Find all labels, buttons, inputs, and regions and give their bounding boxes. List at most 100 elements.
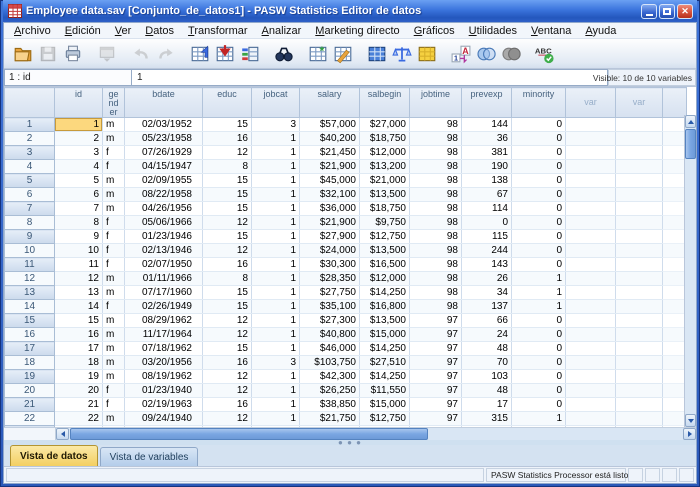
- cell-salbegin[interactable]: $14,250: [360, 286, 410, 300]
- cell-salary[interactable]: $21,900: [300, 216, 360, 230]
- cell-jobcat[interactable]: 3: [252, 118, 300, 132]
- row-header[interactable]: 21: [5, 398, 55, 412]
- cell-jobcat[interactable]: 1: [252, 384, 300, 398]
- cell-var2[interactable]: [616, 272, 663, 286]
- column-header-salbegin[interactable]: salbegin: [360, 88, 410, 118]
- cell-salary[interactable]: $21,900: [300, 160, 360, 174]
- row-header[interactable]: 14: [5, 300, 55, 314]
- cell-minority[interactable]: 0: [512, 328, 566, 342]
- cell-minority[interactable]: 0: [512, 188, 566, 202]
- cell-prevexp[interactable]: 103: [462, 370, 512, 384]
- menu-gr-ficos[interactable]: Gráficos: [407, 24, 462, 38]
- cell-var2[interactable]: [616, 258, 663, 272]
- insert-variable-icon[interactable]: [330, 41, 355, 66]
- row-header[interactable]: 11: [5, 258, 55, 272]
- menu-transformar[interactable]: Transformar: [181, 24, 255, 38]
- cell-minority[interactable]: 0: [512, 356, 566, 370]
- cell-jobtime[interactable]: 98: [410, 202, 462, 216]
- cell-bdate[interactable]: 07/18/1962: [125, 342, 203, 356]
- menu-analizar[interactable]: Analizar: [255, 24, 309, 38]
- cell-jobcat[interactable]: 1: [252, 412, 300, 426]
- cell-prevexp[interactable]: 66: [462, 314, 512, 328]
- column-header-salary[interactable]: salary: [300, 88, 360, 118]
- cell-salary[interactable]: $30,300: [300, 258, 360, 272]
- cell-jobtime[interactable]: 97: [410, 356, 462, 370]
- cell-var2[interactable]: [616, 384, 663, 398]
- cell-var1[interactable]: [566, 412, 616, 426]
- cell-id[interactable]: 15: [55, 314, 103, 328]
- cell-var1[interactable]: [566, 342, 616, 356]
- cell-jobcat[interactable]: 3: [252, 356, 300, 370]
- cell-minority[interactable]: 0: [512, 398, 566, 412]
- cell-educ[interactable]: 12: [203, 328, 252, 342]
- cell-var2[interactable]: [616, 132, 663, 146]
- menu-datos[interactable]: Datos: [138, 24, 181, 38]
- cell-prevexp[interactable]: 315: [462, 412, 512, 426]
- cell-id[interactable]: 7: [55, 202, 103, 216]
- cell-var2[interactable]: [616, 286, 663, 300]
- cell-jobcat[interactable]: 1: [252, 160, 300, 174]
- column-header-jobcat[interactable]: jobcat: [252, 88, 300, 118]
- cell-prevexp[interactable]: 138: [462, 174, 512, 188]
- goto-case-icon[interactable]: [187, 41, 212, 66]
- menu-marketing-directo[interactable]: Marketing directo: [308, 24, 406, 38]
- cell-id[interactable]: 17: [55, 342, 103, 356]
- cell-gender[interactable]: f: [103, 300, 125, 314]
- cell-id[interactable]: 12: [55, 272, 103, 286]
- vertical-scrollbar[interactable]: [684, 115, 696, 427]
- cell-gender[interactable]: m: [103, 188, 125, 202]
- cell-id[interactable]: 20: [55, 384, 103, 398]
- cell-jobtime[interactable]: 98: [410, 300, 462, 314]
- cell-var1[interactable]: [566, 118, 616, 132]
- cell-var1[interactable]: [566, 286, 616, 300]
- cell-educ[interactable]: 8: [203, 272, 252, 286]
- cell-jobtime[interactable]: 97: [410, 412, 462, 426]
- row-header[interactable]: 3: [5, 146, 55, 160]
- cell-id[interactable]: 3: [55, 146, 103, 160]
- cell-jobcat[interactable]: 1: [252, 272, 300, 286]
- cell-minority[interactable]: 0: [512, 230, 566, 244]
- cell-educ[interactable]: 15: [203, 342, 252, 356]
- column-header-educ[interactable]: educ: [203, 88, 252, 118]
- row-header[interactable]: 10: [5, 244, 55, 258]
- cell-jobcat[interactable]: 1: [252, 230, 300, 244]
- cell-salary[interactable]: $21,750: [300, 412, 360, 426]
- cell-jobtime[interactable]: 98: [410, 286, 462, 300]
- redo-icon[interactable]: [153, 41, 178, 66]
- row-header[interactable]: 16: [5, 328, 55, 342]
- cell-salbegin[interactable]: $21,000: [360, 174, 410, 188]
- cell-var2[interactable]: [616, 202, 663, 216]
- cell-var1[interactable]: [566, 398, 616, 412]
- cell-id[interactable]: 1: [55, 118, 103, 132]
- cell-jobtime[interactable]: 97: [410, 398, 462, 412]
- cell-minority[interactable]: 0: [512, 202, 566, 216]
- cell-editor-field[interactable]: 1: [132, 69, 608, 86]
- cell-var1[interactable]: [566, 146, 616, 160]
- row-header[interactable]: 1: [5, 118, 55, 132]
- scroll-down-icon[interactable]: [685, 414, 696, 427]
- cell-prevexp[interactable]: 190: [462, 160, 512, 174]
- cell-var2[interactable]: [616, 118, 663, 132]
- cell-salbegin[interactable]: $11,100: [360, 426, 410, 428]
- cell-var1[interactable]: [566, 160, 616, 174]
- cell-bdate[interactable]: 02/09/1955: [125, 174, 203, 188]
- cell-educ[interactable]: 12: [203, 384, 252, 398]
- cell-var1[interactable]: [566, 328, 616, 342]
- menu-edici-n[interactable]: Edición: [58, 24, 108, 38]
- cell-var2[interactable]: [616, 328, 663, 342]
- cell-jobtime[interactable]: 98: [410, 146, 462, 160]
- cell-jobtime[interactable]: 98: [410, 118, 462, 132]
- menu-archivo[interactable]: Archivo: [7, 24, 58, 38]
- cell-var2[interactable]: [616, 398, 663, 412]
- scroll-right-icon[interactable]: [683, 428, 696, 440]
- cell-salbegin[interactable]: $9,750: [360, 216, 410, 230]
- cell-salary[interactable]: $24,000: [300, 244, 360, 258]
- cell-jobcat[interactable]: 1: [252, 174, 300, 188]
- cell-var1[interactable]: [566, 132, 616, 146]
- goto-variable-icon[interactable]: [212, 41, 237, 66]
- cell-bdate[interactable]: 08/29/1962: [125, 314, 203, 328]
- menu-ventana[interactable]: Ventana: [524, 24, 578, 38]
- cell-var2[interactable]: [616, 244, 663, 258]
- row-header[interactable]: 7: [5, 202, 55, 216]
- column-header-prevexp[interactable]: prevexp: [462, 88, 512, 118]
